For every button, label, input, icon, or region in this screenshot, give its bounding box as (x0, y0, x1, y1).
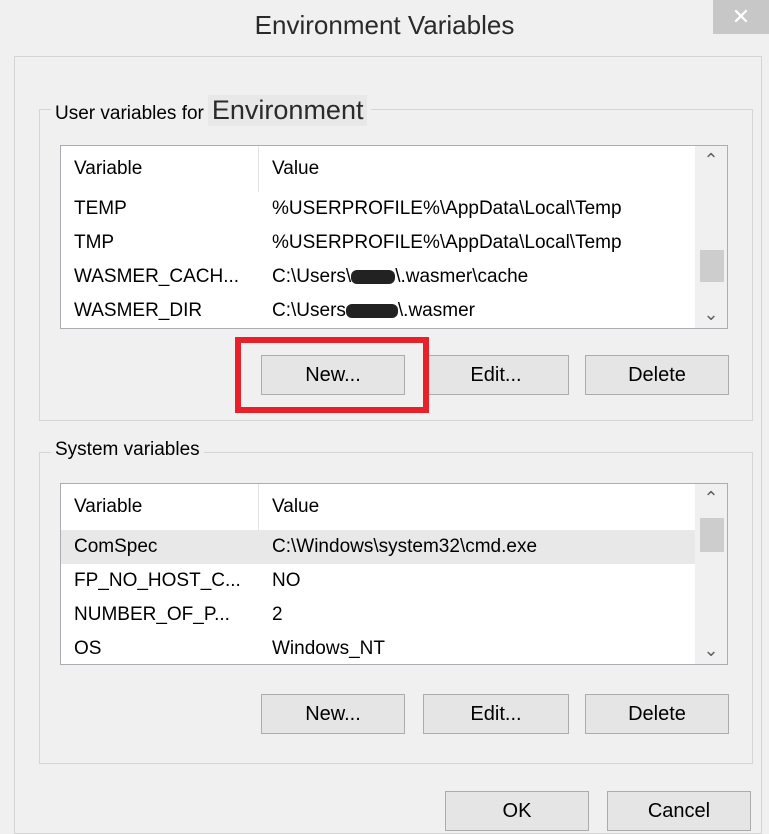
ok-button[interactable]: OK (445, 791, 589, 831)
list-header: Variable Value (61, 146, 695, 192)
variable-name: WASMER_CACH... (74, 266, 240, 287)
variable-value: 2 (272, 604, 283, 625)
variable-value: %USERPROFILE%\AppData\Local\Temp (272, 232, 622, 253)
user-variables-label: User variables for (55, 103, 204, 124)
chevron-up-icon[interactable]: ⌃ (695, 484, 727, 512)
variable-name: WASMER_DIR (74, 300, 203, 321)
variable-name: TEMP (74, 198, 127, 219)
highlight-box (235, 337, 429, 413)
value-suffix: \.wasmer\cache (395, 266, 529, 287)
redacted-username (351, 269, 396, 284)
system-delete-button[interactable]: Delete (585, 694, 729, 734)
variable-value: %USERPROFILE%\AppData\Local\Temp (272, 198, 622, 219)
close-icon: ✕ (731, 4, 751, 29)
chevron-down-icon[interactable]: ⌄ (695, 300, 727, 328)
variable-name: TMP (74, 232, 115, 253)
user-edit-button[interactable]: Edit... (423, 355, 569, 395)
list-header: Variable Value (61, 484, 695, 530)
variable-value: C:\Windows\system32\cmd.exe (272, 536, 538, 557)
system-variables-label: System variables (55, 439, 200, 460)
variable-value: C:\Users \.wasmer (259, 300, 475, 322)
user-name: Environment (207, 95, 368, 126)
close-button[interactable]: ✕ (713, 0, 769, 34)
table-row[interactable]: WASMER_DIR C:\Users \.wasmer (61, 294, 695, 328)
column-header-variable[interactable]: Variable (61, 146, 259, 192)
table-row[interactable]: ComSpec C:\Windows\system32\cmd.exe (61, 530, 695, 564)
chevron-up-icon[interactable]: ⌃ (695, 146, 727, 174)
table-row[interactable]: FP_NO_HOST_C... NO (61, 564, 695, 598)
table-row[interactable]: OS Windows_NT (61, 632, 695, 664)
redacted-username (345, 303, 398, 318)
value-prefix: C:\Users (272, 300, 346, 321)
table-row[interactable]: NUMBER_OF_P... 2 (61, 598, 695, 632)
user-variables-legend: User variables for Environment (51, 95, 372, 126)
user-delete-button[interactable]: Delete (585, 355, 729, 395)
variable-name: OS (74, 638, 102, 659)
variable-name: NUMBER_OF_P... (74, 604, 230, 625)
variable-name: FP_NO_HOST_C... (74, 570, 241, 591)
value-suffix: \.wasmer (397, 300, 475, 321)
value-prefix: C:\Users\ (272, 266, 352, 287)
cancel-button[interactable]: Cancel (607, 791, 751, 831)
table-row[interactable]: TMP %USERPROFILE%\AppData\Local\Temp (61, 226, 695, 260)
system-variables-list[interactable]: Variable Value ComSpec C:\Windows\system… (60, 483, 728, 665)
variable-name: ComSpec (74, 536, 158, 557)
variable-value: NO (272, 570, 301, 591)
vertical-scrollbar[interactable]: ⌃ ⌄ (695, 484, 727, 664)
title-bar: Environment Variables ✕ (0, 0, 769, 56)
user-variables-list[interactable]: Variable Value TEMP %USERPROFILE%\AppDat… (60, 145, 728, 329)
column-header-variable[interactable]: Variable (61, 484, 259, 530)
table-row[interactable]: TEMP %USERPROFILE%\AppData\Local\Temp (61, 192, 695, 226)
system-edit-button[interactable]: Edit... (423, 694, 569, 734)
chevron-down-icon[interactable]: ⌄ (695, 636, 727, 664)
vertical-scrollbar[interactable]: ⌃ ⌄ (695, 146, 727, 328)
list-rows: ComSpec C:\Windows\system32\cmd.exe FP_N… (61, 530, 695, 664)
column-header-value[interactable]: Value (259, 146, 695, 192)
variable-value: C:\Users\ \.wasmer\cache (259, 266, 528, 288)
window-title: Environment Variables (254, 10, 515, 40)
scrollbar-thumb[interactable] (700, 250, 724, 282)
table-row[interactable]: WASMER_CACH... C:\Users\ \.wasmer\cache (61, 260, 695, 294)
column-header-value[interactable]: Value (259, 484, 695, 530)
dialog-content: User variables for Environment Variable … (14, 56, 762, 834)
list-rows: TEMP %USERPROFILE%\AppData\Local\Temp TM… (61, 192, 695, 328)
system-new-button[interactable]: New... (261, 694, 405, 734)
system-variables-legend: System variables (51, 439, 204, 461)
scrollbar-thumb[interactable] (700, 518, 724, 552)
variable-value: Windows_NT (272, 638, 385, 659)
